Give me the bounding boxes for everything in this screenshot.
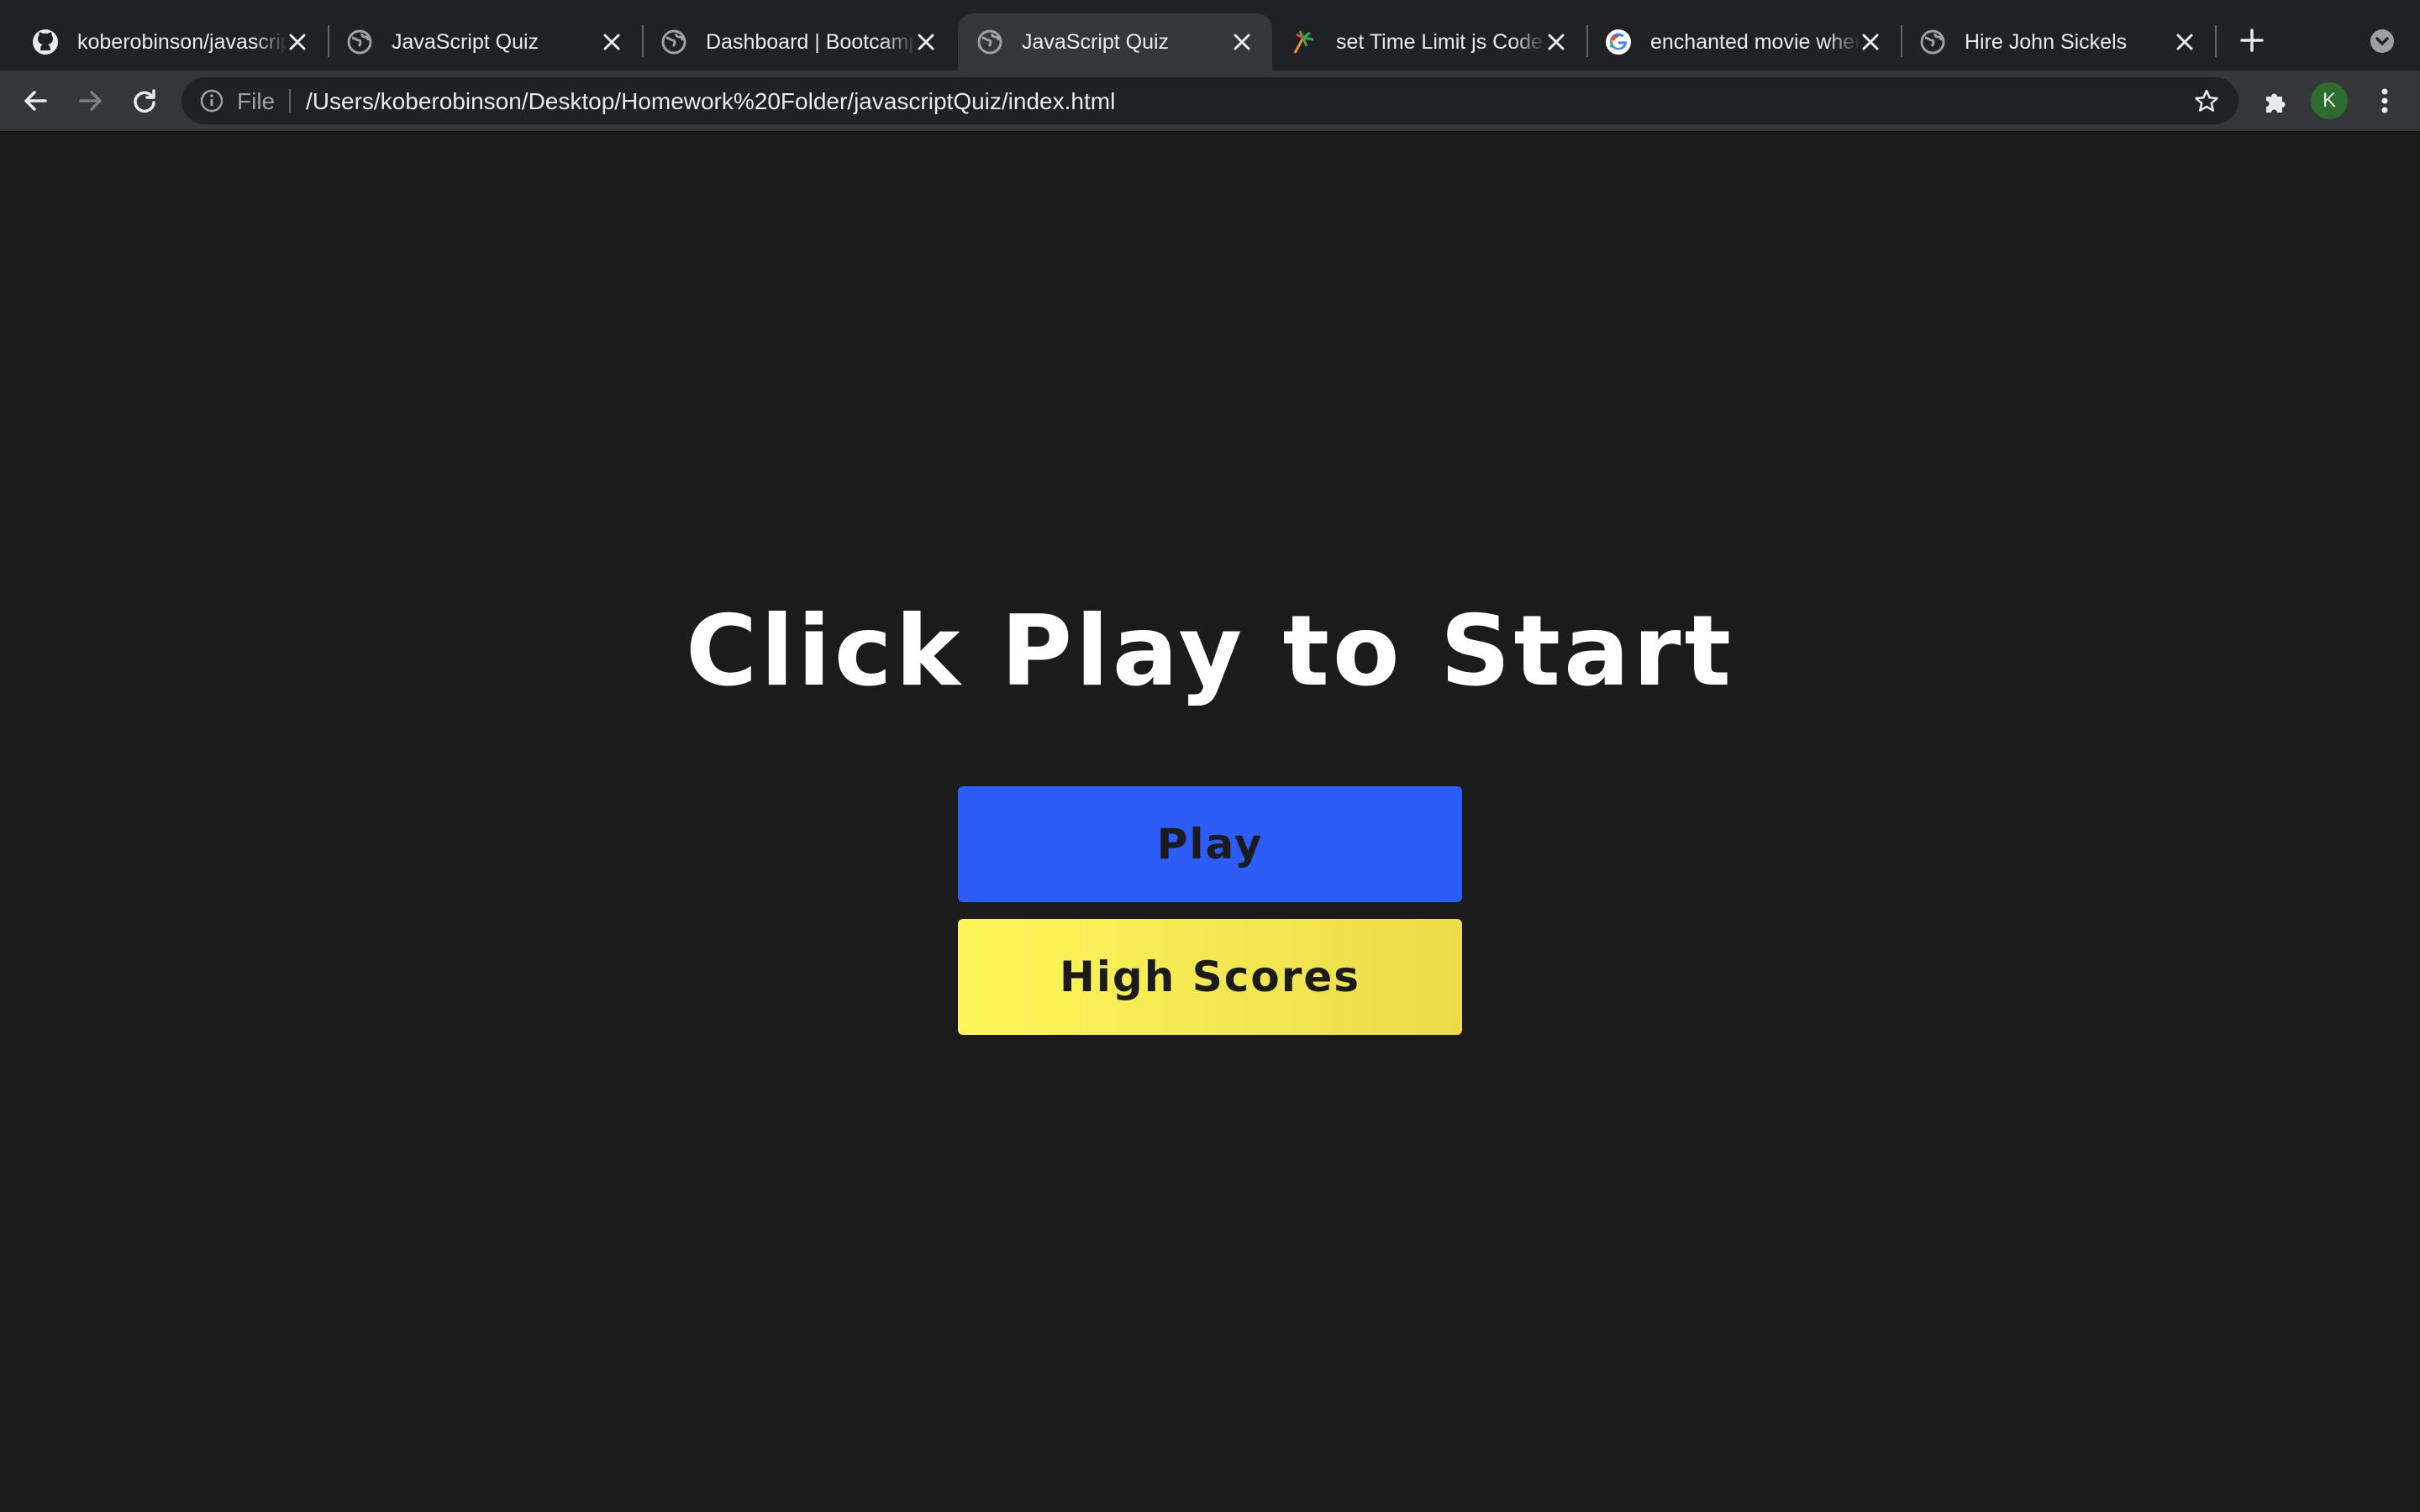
close-icon[interactable] [1543, 29, 1570, 55]
browser-window: koberobinson/javascriptQuiz JavaScript Q… [0, 0, 2420, 1512]
tab-grepper-time-limit[interactable]: set Time Limit js Code [1272, 13, 1586, 71]
new-tab-button[interactable] [2235, 24, 2269, 57]
globe-icon [1919, 29, 1946, 55]
forward-arrow-icon[interactable] [74, 84, 108, 118]
info-icon[interactable] [198, 87, 225, 114]
close-icon[interactable] [1228, 29, 1255, 55]
grepper-icon [1291, 29, 1318, 55]
tab-bootcamp-dashboard[interactable]: Dashboard | Bootcamp Spot [642, 13, 956, 71]
globe-icon [660, 29, 687, 55]
high-scores-button[interactable]: High Scores [958, 919, 1462, 1035]
url-scheme-label: File [237, 88, 276, 114]
extensions-puzzle-icon[interactable] [2259, 84, 2292, 118]
more-menu-icon[interactable] [2368, 84, 2402, 118]
google-icon [1605, 29, 1632, 55]
bookmark-star-icon[interactable] [2193, 87, 2220, 114]
play-button[interactable]: Play [958, 786, 1462, 902]
tab-google-search[interactable]: enchanted movie where [1586, 13, 1901, 71]
close-icon[interactable] [2171, 29, 2198, 55]
reload-icon[interactable] [128, 84, 161, 118]
tab-search-icon[interactable] [2368, 27, 2396, 55]
globe-icon [976, 29, 1003, 55]
address-bar[interactable]: File /Users/koberobinson/Desktop/Homewor… [182, 77, 2238, 124]
tab-github-repo[interactable]: koberobinson/javascriptQuiz [13, 13, 328, 71]
page-viewport: Click Play to Start Play High Scores [0, 131, 2420, 1512]
tab-title: set Time Limit js Code [1336, 29, 1543, 54]
close-icon[interactable] [913, 29, 939, 55]
github-icon [32, 29, 59, 55]
back-arrow-icon[interactable] [18, 84, 52, 118]
tab-title: JavaScript Quiz [1022, 29, 1170, 54]
globe-icon [346, 29, 373, 55]
close-icon[interactable] [1857, 29, 1884, 55]
browser-toolbar: File /Users/koberobinson/Desktop/Homewor… [0, 71, 2420, 131]
page-title: Click Play to Start [686, 595, 1734, 708]
tab-hire-john-sickels[interactable]: Hire John Sickels [1901, 13, 2215, 71]
tab-title: JavaScript Quiz [392, 29, 539, 54]
tab-title: koberobinson/javascriptQuiz [77, 29, 287, 54]
tab-title: enchanted movie where [1650, 29, 1860, 54]
tab-title: Hire John Sickels [1965, 29, 2128, 54]
tab-strip: koberobinson/javascriptQuiz JavaScript Q… [0, 0, 2420, 71]
close-icon[interactable] [284, 29, 311, 55]
close-icon[interactable] [598, 29, 625, 55]
tab-title: Dashboard | Bootcamp Spot [706, 29, 916, 54]
omnibox-divider [289, 89, 291, 113]
profile-avatar[interactable]: K [2311, 82, 2348, 119]
tab-javascript-quiz[interactable]: JavaScript Quiz [328, 13, 642, 71]
tab-separator [2215, 25, 2217, 57]
url-text[interactable]: /Users/koberobinson/Desktop/Homework%20F… [306, 89, 1115, 114]
tab-javascript-quiz-active[interactable]: JavaScript Quiz [958, 13, 1272, 71]
